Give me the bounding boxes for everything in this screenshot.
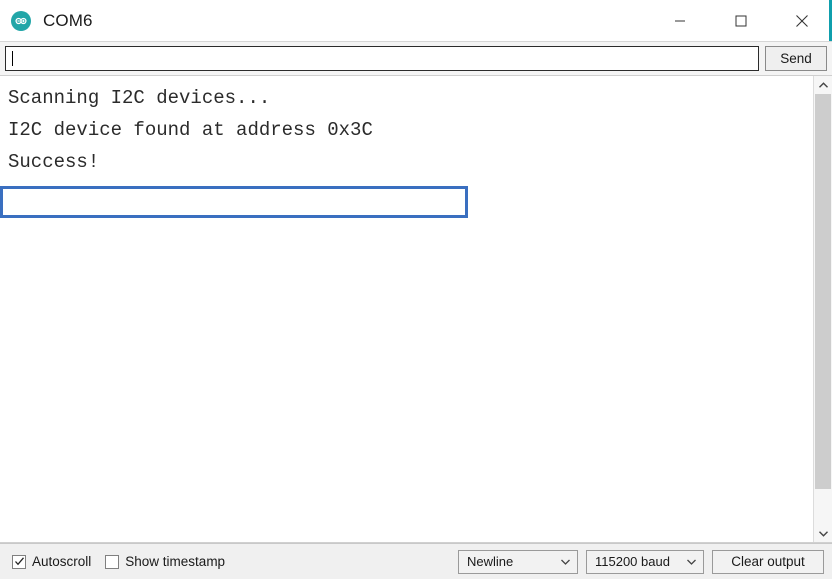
show-timestamp-checkbox-item[interactable]: Show timestamp	[105, 554, 225, 569]
arduino-infinity-icon	[11, 10, 31, 31]
window-title: COM6	[43, 10, 93, 30]
console-scrollbar[interactable]	[813, 76, 832, 542]
title-bar: COM6	[0, 0, 832, 41]
highlight-box	[0, 186, 468, 218]
chevron-up-icon	[818, 81, 828, 88]
send-input[interactable]	[5, 46, 759, 71]
autoscroll-checkbox[interactable]	[12, 554, 26, 569]
scroll-down-button[interactable]	[814, 524, 832, 542]
minimize-icon	[674, 20, 685, 21]
line-ending-value: Newline	[467, 554, 514, 569]
send-row: Send	[0, 41, 832, 76]
maximize-button[interactable]	[710, 0, 771, 41]
console-line: Success!	[8, 151, 100, 173]
console-line: Scanning I2C devices...	[8, 87, 271, 109]
console-output[interactable]: Scanning I2C devices... I2C device found…	[0, 76, 813, 542]
scroll-up-button[interactable]	[814, 76, 832, 94]
clear-output-button[interactable]: Clear output	[712, 549, 824, 574]
show-timestamp-label: Show timestamp	[125, 554, 226, 569]
chevron-down-icon	[818, 530, 828, 537]
chevron-down-icon	[561, 559, 570, 565]
scrollbar-thumb[interactable]	[815, 94, 831, 489]
send-button[interactable]: Send	[765, 46, 827, 71]
maximize-icon	[735, 15, 746, 26]
serial-monitor-window: COM6 Send Scanning I2C devices... I2C de…	[0, 0, 832, 579]
text-caret	[12, 51, 13, 66]
console-area: Scanning I2C devices... I2C device found…	[0, 76, 832, 543]
checkmark-icon	[14, 557, 24, 566]
line-ending-select[interactable]: Newline	[458, 549, 578, 574]
minimize-button[interactable]	[649, 0, 710, 41]
close-icon	[795, 14, 808, 27]
status-bar-right: Newline 115200 baud Clear output	[458, 549, 824, 574]
status-bar-left: Autoscroll Show timestamp	[12, 554, 458, 569]
chevron-down-icon	[687, 559, 696, 565]
title-bar-left: COM6	[0, 10, 649, 31]
close-button[interactable]	[771, 0, 832, 41]
console-line-highlighted: I2C device found at address 0x3C	[8, 119, 373, 141]
scrollbar-track[interactable]	[814, 94, 832, 524]
window-controls	[649, 0, 832, 41]
baud-rate-select[interactable]: 115200 baud	[586, 549, 704, 574]
baud-rate-value: 115200 baud	[595, 554, 670, 569]
autoscroll-checkbox-item[interactable]: Autoscroll	[12, 554, 91, 569]
status-bar: Autoscroll Show timestamp Newline 115200…	[0, 543, 832, 579]
show-timestamp-checkbox[interactable]	[105, 554, 120, 569]
autoscroll-label: Autoscroll	[32, 554, 92, 569]
